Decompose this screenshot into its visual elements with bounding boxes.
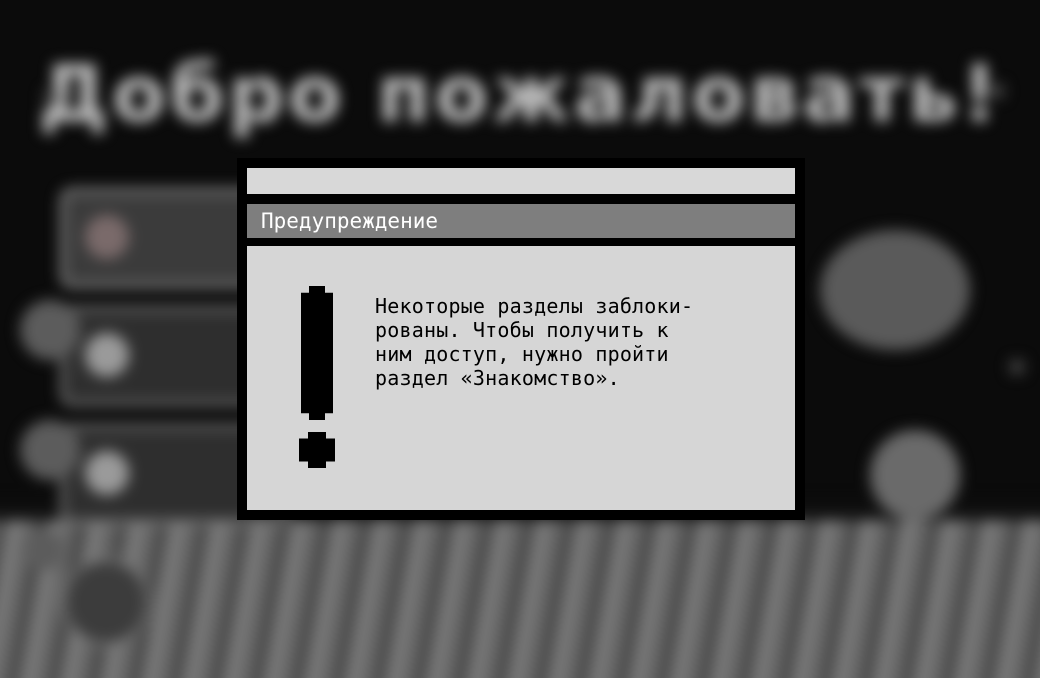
round-button	[62, 558, 150, 646]
sparkle-icon	[990, 84, 1004, 98]
sparkle-icon	[1010, 360, 1024, 374]
menu-button-2-icon	[85, 333, 129, 377]
side-decoration	[20, 300, 80, 360]
dialog-title: Предупреждение	[247, 204, 795, 238]
menu-button-1-icon	[85, 215, 129, 259]
welcome-title: Добро пожаловать!	[38, 50, 1002, 140]
mascot-shape-2	[870, 430, 960, 520]
dialog-message: Некоторые разделы заблоки- рованы. Чтобы…	[375, 294, 694, 390]
exclamation-dot	[299, 432, 335, 468]
menu-button-3-icon	[85, 451, 129, 495]
dialog-body: Некоторые разделы заблоки- рованы. Чтобы…	[247, 246, 795, 510]
dialog-top-strip	[247, 168, 795, 194]
sparkle-icon	[44, 90, 58, 104]
side-decoration	[24, 530, 64, 570]
exclamation-bar	[301, 286, 333, 420]
warning-dialog[interactable]: Предупреждение Некоторые разделы заблоки…	[237, 158, 805, 520]
exclamation-icon	[297, 286, 337, 468]
mascot-shape	[820, 230, 970, 350]
ground	[0, 520, 1040, 678]
screen: Добро пожаловать! Предупреждение Некотор…	[0, 0, 1040, 678]
side-decoration	[20, 420, 80, 480]
